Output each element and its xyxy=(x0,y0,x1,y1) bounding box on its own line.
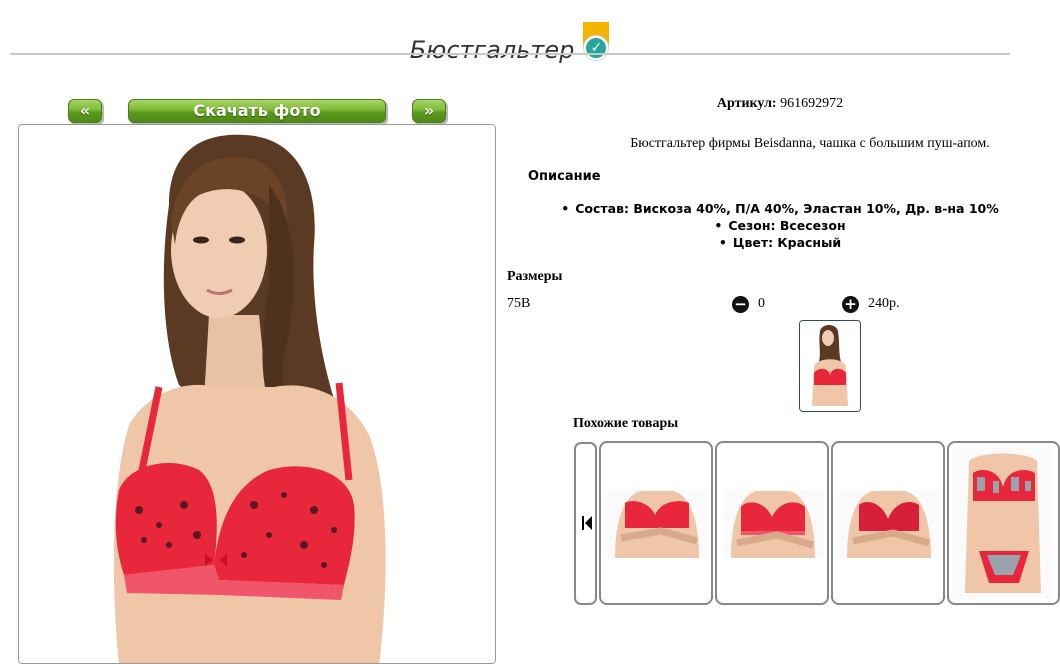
page-title-wrap: Бюстгальтер ✓ xyxy=(0,22,1020,66)
similar-products-heading: Похожие товары xyxy=(573,416,679,431)
minus-circle-icon[interactable]: − xyxy=(732,296,749,313)
similar-product-image xyxy=(607,490,707,558)
similar-product-card[interactable] xyxy=(831,441,945,605)
similar-product-image xyxy=(839,490,939,558)
similar-product-card[interactable] xyxy=(715,441,829,605)
title-divider xyxy=(10,53,1010,55)
similar-product-image xyxy=(723,490,823,558)
article-label: Артикул: xyxy=(716,96,777,111)
next-photo-button[interactable]: » xyxy=(412,99,446,123)
property-item: Цвет: Красный xyxy=(500,234,1060,251)
size-name: 75B xyxy=(507,296,531,311)
verified-badge-icon: ✓ xyxy=(582,22,610,62)
skip-back-icon xyxy=(582,516,592,530)
thumbnail-image xyxy=(800,321,860,411)
description-heading: Описание xyxy=(528,169,601,184)
sizes-heading: Размеры xyxy=(507,269,563,284)
article-value: 961692972 xyxy=(780,96,844,111)
property-item: Состав: Вискоза 40%, П/А 40%, Эластан 10… xyxy=(500,200,1060,217)
photo-thumbnail[interactable] xyxy=(799,320,861,412)
model-photo-image xyxy=(19,125,495,663)
product-description: Бюстгальтер фирмы Beisdanna, чашка с бол… xyxy=(630,136,990,151)
similar-prev-button[interactable] xyxy=(574,442,597,605)
prev-photo-button[interactable]: « xyxy=(68,99,102,123)
article-row: Артикул: 961692972 xyxy=(500,96,1060,112)
download-photo-button[interactable]: Скачать фото xyxy=(128,99,386,123)
size-price: 240р. xyxy=(868,296,900,311)
similar-product-image xyxy=(953,447,1053,599)
properties-list: Состав: Вискоза 40%, П/А 40%, Эластан 10… xyxy=(500,200,1060,251)
property-item: Сезон: Всесезон xyxy=(500,217,1060,234)
main-product-photo[interactable] xyxy=(18,124,496,664)
plus-circle-icon[interactable]: + xyxy=(842,296,859,313)
size-quantity: 0 xyxy=(758,296,765,311)
similar-product-card[interactable] xyxy=(947,441,1060,605)
similar-product-card[interactable] xyxy=(599,441,713,605)
page-title: Бюстгальтер xyxy=(409,36,575,64)
